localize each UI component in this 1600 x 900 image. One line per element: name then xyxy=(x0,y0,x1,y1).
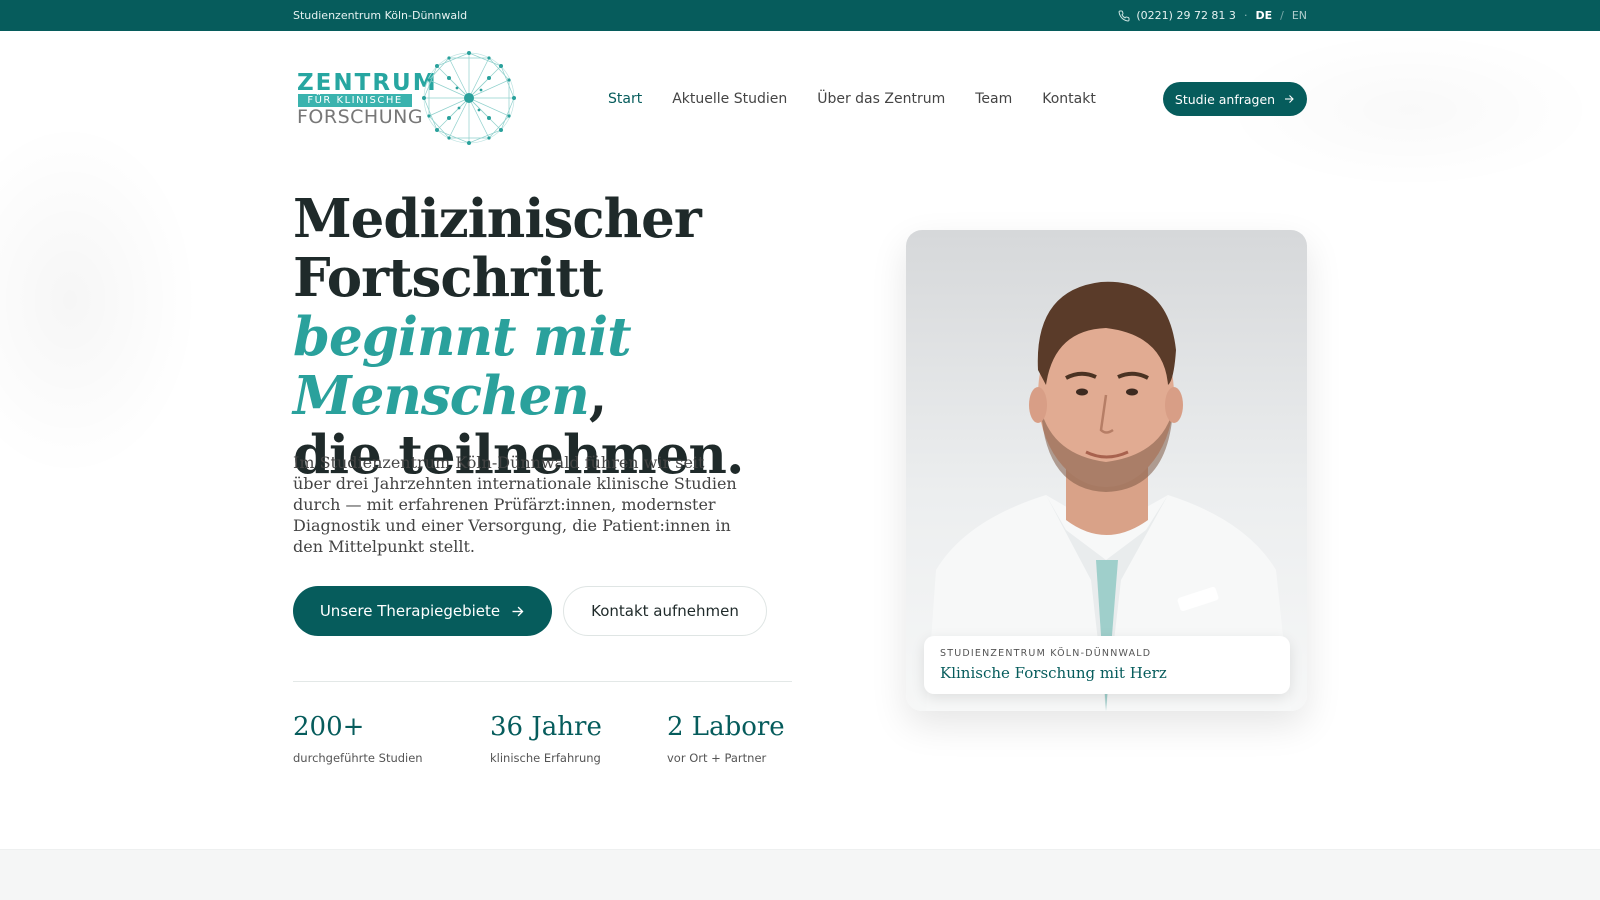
headline-part-1: Medizinischer Fortschritt xyxy=(293,188,702,309)
doctor-photo-card: STUDIENZENTRUM KÖLN-DÜNNWALD Klinische F… xyxy=(906,230,1307,711)
stat-value: 200+ xyxy=(293,712,365,742)
stat-label: vor Ort + Partner xyxy=(667,751,767,765)
photo-caption: STUDIENZENTRUM KÖLN-DÜNNWALD Klinische F… xyxy=(924,636,1290,694)
phone-number: (0221) 29 72 81 3 xyxy=(1136,9,1236,22)
studie-anfragen-button[interactable]: Studie anfragen xyxy=(1163,82,1307,116)
stat-years: 36 Jahre klinische Erfahrung xyxy=(490,712,602,765)
hero-lede: Im Studienzentrum Köln-Dünnwald führen w… xyxy=(293,453,737,556)
nav-ueber-das-zentrum[interactable]: Über das Zentrum xyxy=(817,91,945,107)
nav-kontakt[interactable]: Kontakt xyxy=(1042,91,1096,107)
therapiegebiete-label: Unsere Therapiegebiete xyxy=(319,602,501,620)
main-nav: Start Aktuelle Studien Über das Zentrum … xyxy=(608,91,1096,107)
stat-value: 2 Labore xyxy=(667,712,785,742)
stat-value: 36 Jahre xyxy=(490,712,602,742)
topbar-right: (0221) 29 72 81 3 · DE / EN xyxy=(1118,9,1307,22)
headline-accent: beginnt mit Menschen xyxy=(293,306,632,427)
hero-headline: Medizinischer Fortschritt beginnt mit Me… xyxy=(293,190,813,485)
next-section-band xyxy=(0,849,1600,900)
kontakt-aufnehmen-button[interactable]: Kontakt aufnehmen xyxy=(563,586,767,636)
headline-comma: , xyxy=(588,365,607,427)
topbar-separator: · xyxy=(1243,9,1248,22)
logo[interactable]: ZENTRUM FÜR KLINISCHE FORSCHUNG xyxy=(293,48,523,150)
logo-line-3: FORSCHUNG xyxy=(297,106,424,128)
caption-title: Klinische Forschung mit Herz xyxy=(940,664,1167,682)
background-glow-left xyxy=(0,120,200,480)
stat-studies: 200+ durchgeführte Studien xyxy=(293,712,423,765)
lang-en[interactable]: EN xyxy=(1292,9,1307,22)
stat-label: klinische Erfahrung xyxy=(490,751,601,765)
phone-link[interactable]: (0221) 29 72 81 3 xyxy=(1118,9,1236,22)
topbar-site-name: Studienzentrum Köln-Dünnwald xyxy=(293,9,468,22)
stat-labs: 2 Labore vor Ort + Partner xyxy=(667,712,785,765)
nav-aktuelle-studien[interactable]: Aktuelle Studien xyxy=(672,91,787,107)
arrow-right-icon xyxy=(1285,95,1294,103)
lang-de[interactable]: DE xyxy=(1255,9,1272,22)
stats-divider xyxy=(293,681,792,682)
nav-start[interactable]: Start xyxy=(608,91,642,107)
therapiegebiete-button[interactable]: Unsere Therapiegebiete xyxy=(293,586,552,636)
phone-icon xyxy=(1118,9,1130,21)
top-bar: Studienzentrum Köln-Dünnwald (0221) 29 7… xyxy=(0,0,1600,31)
logo-line-1: ZENTRUM xyxy=(297,70,438,96)
nav-team[interactable]: Team xyxy=(975,91,1012,107)
studie-anfragen-label: Studie anfragen xyxy=(1174,91,1276,107)
stat-label: durchgeführte Studien xyxy=(293,751,423,765)
network-globe-icon xyxy=(422,51,516,145)
lang-separator: / xyxy=(1280,9,1284,22)
arrow-right-icon xyxy=(512,606,524,616)
caption-kicker: STUDIENZENTRUM KÖLN-DÜNNWALD xyxy=(940,648,1152,659)
